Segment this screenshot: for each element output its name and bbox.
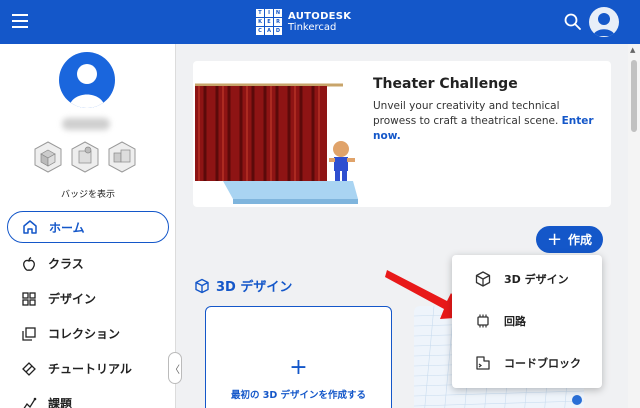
- theater-challenge-image: [195, 83, 358, 204]
- create-first-design-card[interactable]: + 最初の 3D デザインを作成する: [205, 306, 392, 408]
- menu-icon[interactable]: [12, 14, 28, 28]
- badges[interactable]: [33, 141, 137, 173]
- sidebar-item-label: コレクション: [48, 327, 121, 341]
- cube-icon: [474, 270, 492, 288]
- sidebar-item-home[interactable]: ホーム: [7, 211, 169, 243]
- sidebar-item-label: デザイン: [48, 292, 97, 306]
- collapse-sidebar-handle[interactable]: 〈: [168, 352, 182, 384]
- create-dropdown-menu: 3D デザイン 回路 コードブロック: [452, 255, 602, 388]
- menu-item-label: 回路: [504, 315, 526, 328]
- grid-icon: [20, 290, 38, 308]
- menu-item-label: コードブロック: [504, 357, 581, 370]
- menu-item-codeblocks[interactable]: コードブロック: [452, 342, 602, 384]
- page-scrollbar[interactable]: ▲: [628, 44, 640, 408]
- brand-autodesk: AUTODESK: [288, 11, 352, 22]
- plus-icon: +: [546, 228, 563, 250]
- sidebar-item-label: 課題: [48, 397, 73, 408]
- promo-title: Theater Challenge: [373, 76, 518, 92]
- top-bar: T I N K E R C A D AUTODESK Tinkercad: [0, 0, 640, 44]
- tutorial-icon: [20, 360, 38, 378]
- badge-icon: [71, 141, 99, 173]
- sidebar-item-designs[interactable]: デザイン: [0, 281, 176, 316]
- section-title-text: 3D デザイン: [216, 280, 293, 295]
- cube-icon: [194, 278, 210, 294]
- tinkercad-logo[interactable]: T I N K E R C A D AUTODESK Tinkercad: [256, 9, 351, 35]
- promo-card[interactable]: Theater Challenge Unveil your creativity…: [193, 61, 611, 207]
- sidebar-item-assignments[interactable]: 課題: [0, 386, 176, 408]
- sidebar-item-label: クラス: [48, 257, 84, 271]
- create-button-label: 作成: [568, 233, 593, 247]
- assignment-icon: [20, 395, 38, 408]
- sidebar-item-classes[interactable]: クラス: [0, 246, 176, 281]
- badge-icon: [108, 141, 136, 173]
- chip-icon: [474, 312, 492, 330]
- section-3d-designs: 3D デザイン: [194, 276, 292, 295]
- sidebar-item-tutorials[interactable]: チュートリアル: [0, 351, 176, 386]
- menu-item-3d-design[interactable]: 3D デザイン: [452, 258, 602, 300]
- username-blurred: [62, 118, 110, 130]
- menu-item-label: 3D デザイン: [504, 273, 569, 286]
- apple-icon: [20, 255, 38, 273]
- user-avatar[interactable]: [589, 7, 619, 37]
- view-badges-link[interactable]: バッジを表示: [0, 187, 176, 200]
- sidebar-item-label: ホーム: [49, 220, 85, 235]
- brand-tinkercad: Tinkercad: [288, 22, 337, 33]
- promo-description: Unveil your creativity and technical pro…: [373, 100, 594, 142]
- sidebar-item-label: チュートリアル: [48, 362, 132, 376]
- scroll-up-icon[interactable]: ▲: [630, 46, 635, 54]
- profile-avatar[interactable]: [59, 52, 115, 108]
- scrollbar-thumb[interactable]: [631, 60, 637, 132]
- sidebar-nav: ホーム クラス デザイン コレクション チュートリアル 課題: [0, 211, 176, 408]
- logo-tiles: T I N K E R C A D: [256, 9, 282, 35]
- menu-item-circuits[interactable]: 回路: [452, 300, 602, 342]
- sidebar-item-collections[interactable]: コレクション: [0, 316, 176, 351]
- plus-icon: +: [289, 355, 308, 380]
- search-icon[interactable]: [563, 12, 583, 32]
- create-button[interactable]: + 作成: [536, 226, 603, 253]
- sidebar: バッジを表示 ホーム クラス デザイン コレクション チュートリアル 課題: [0, 44, 176, 408]
- codeblocks-icon: [474, 354, 492, 372]
- badge-icon: [34, 141, 62, 173]
- collection-icon: [20, 325, 38, 343]
- create-first-design-label: 最初の 3D デザインを作成する: [230, 390, 367, 401]
- home-icon: [21, 218, 39, 236]
